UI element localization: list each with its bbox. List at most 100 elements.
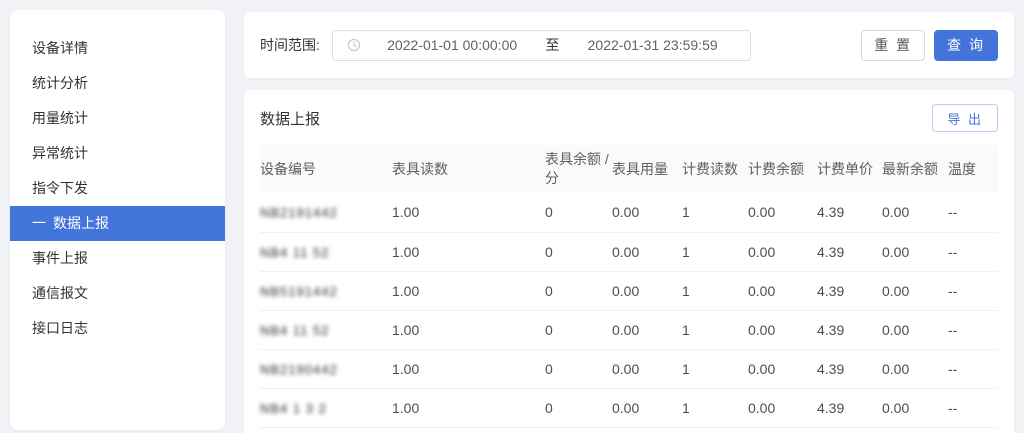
table-row: NB2191442 1.00 0 0.00 1 0.00 4.39 0.00 -…: [260, 193, 998, 233]
menu-item-label: 用量统计: [32, 110, 88, 126]
cell-value: 0.00: [882, 204, 910, 221]
device-id: NB4 1 3 2: [260, 400, 327, 416]
cell-value: 0.00: [748, 282, 776, 299]
table-row: NB5191442 1.00 0 0.00 1 0.00 4.39 0.00 -…: [260, 271, 998, 311]
column-header: 最新余额: [882, 145, 948, 193]
active-dash-icon: 一: [32, 215, 46, 231]
sidebar-item[interactable]: 用量统计: [10, 101, 225, 136]
cell-value: --: [948, 360, 958, 377]
sidebar: 设备详情 统计分析 用量统计 异常统计 指令下发 一数据上报 事件上报 通信报文…: [10, 10, 225, 430]
cell-value: 1: [682, 282, 690, 299]
cell-value: 0.00: [612, 282, 640, 299]
panel-title: 数据上报: [260, 110, 321, 128]
device-id: NB5191442: [260, 283, 338, 299]
cell-value: 1: [682, 399, 690, 416]
cell-value: 0.00: [748, 399, 776, 416]
cell-value: 4.39: [817, 204, 845, 221]
table-row: NB4 11 52 1.00 0 0.00 1 0.00 4.39 0.00 -…: [260, 310, 998, 350]
device-id: NB2191442: [260, 205, 338, 221]
device-id: NB2190442: [260, 361, 338, 377]
cell-value: 4.39: [817, 360, 845, 377]
table-row: NB4 1 3 2 1.00 0 0.00 1 0.00 4.39 0.00 -…: [260, 388, 998, 428]
menu-item-label: 指令下发: [32, 180, 88, 196]
cell-value: 1.00: [392, 321, 420, 338]
sidebar-item[interactable]: 设备详情: [10, 31, 225, 66]
cell-value: 1.00: [392, 243, 420, 260]
column-header: 表具余额 / 分: [545, 145, 612, 193]
menu-item-label: 接口日志: [32, 320, 88, 336]
reset-button[interactable]: 重 置: [861, 29, 926, 61]
sidebar-item[interactable]: 通信报文: [10, 276, 225, 311]
sidebar-item[interactable]: 接口日志: [10, 311, 225, 346]
cell-value: 1.00: [392, 282, 420, 299]
sidebar-item[interactable]: 统计分析: [10, 66, 225, 101]
sidebar-item[interactable]: 一数据上报: [10, 206, 225, 241]
cell-value: 1.00: [392, 204, 420, 221]
cell-value: 1: [682, 360, 690, 377]
cell-value: 0.00: [748, 360, 776, 377]
sidebar-item[interactable]: 事件上报: [10, 241, 225, 276]
cell-value: 0.00: [882, 282, 910, 299]
table-row: NB4 11 52 1.00 0 0.00 1 0.00 4.39 0.00 -…: [260, 232, 998, 272]
cell-value: 1: [682, 243, 690, 260]
start-datetime-value[interactable]: 2022-01-01 00:00:00: [365, 37, 540, 53]
cell-value: 0: [545, 282, 553, 299]
menu-item-label: 数据上报: [53, 215, 109, 231]
cell-value: 0.00: [882, 321, 910, 338]
device-id: NB4 11 52: [260, 322, 330, 338]
filter-card: 时间范围: 2022-01-01 00:00:00 至 2022-01-31 2…: [244, 12, 1014, 78]
column-header: 设备编号: [260, 145, 392, 193]
menu-item-label: 事件上报: [32, 250, 88, 266]
cell-value: 0.00: [748, 204, 776, 221]
cell-value: 1: [682, 321, 690, 338]
cell-value: 0.00: [882, 399, 910, 416]
cell-value: 0: [545, 360, 553, 377]
sidebar-menu: 设备详情 统计分析 用量统计 异常统计 指令下发 一数据上报 事件上报 通信报文…: [10, 31, 225, 346]
cell-value: 0.00: [612, 321, 640, 338]
cell-value: --: [948, 204, 958, 221]
cell-value: 0: [545, 399, 553, 416]
filter-row: 时间范围: 2022-01-01 00:00:00 至 2022-01-31 2…: [244, 12, 1014, 78]
cell-value: 0.00: [748, 243, 776, 260]
cell-value: 4.39: [817, 243, 845, 260]
cell-value: 0.00: [882, 360, 910, 377]
cell-value: 1: [682, 204, 690, 221]
cell-value: 1.00: [392, 360, 420, 377]
cell-value: 0: [545, 204, 553, 221]
cell-value: 0.00: [748, 321, 776, 338]
cell-value: 0: [545, 243, 553, 260]
cell-value: 1.00: [392, 399, 420, 416]
sidebar-item[interactable]: 指令下发: [10, 171, 225, 206]
cell-value: --: [948, 321, 958, 338]
cell-value: 0.00: [612, 399, 640, 416]
query-button[interactable]: 查 询: [934, 29, 998, 61]
menu-item-label: 通信报文: [32, 285, 88, 301]
cell-value: --: [948, 243, 958, 260]
cell-value: --: [948, 282, 958, 299]
datetime-range-input[interactable]: 2022-01-01 00:00:00 至 2022-01-31 23:59:5…: [331, 29, 751, 61]
end-datetime-value[interactable]: 2022-01-31 23:59:59: [565, 37, 740, 53]
table-header: 设备编号 表具读数 表具余额 / 分 表具用量 计费读数 计费余额 计费单价 最…: [260, 145, 998, 193]
sidebar-item[interactable]: 异常统计: [10, 136, 225, 171]
time-range-label: 时间范围:: [260, 37, 320, 53]
column-header: 计费单价: [817, 145, 882, 193]
menu-item-label: 异常统计: [32, 145, 88, 161]
filter-actions: 重 置 查 询: [861, 29, 998, 61]
device-id: NB4 11 52: [260, 244, 330, 260]
column-header: 计费余额: [748, 145, 817, 193]
range-separator: 至: [545, 37, 560, 53]
cell-value: --: [948, 399, 958, 416]
table-row: NB2190442 1.00 0 0.00 1 0.00 4.39 0.00 -…: [260, 349, 998, 389]
column-header: 计费读数: [682, 145, 748, 193]
column-header: 表具用量: [612, 145, 682, 193]
table-body: NB2191442 1.00 0 0.00 1 0.00 4.39 0.00 -…: [260, 193, 998, 428]
data-report-panel: 数据上报 导 出 设备编号 表具读数 表具余额 / 分 表具用量 计费读数 计费…: [244, 90, 1014, 433]
table-header-row: 设备编号 表具读数 表具余额 / 分 表具用量 计费读数 计费余额 计费单价 最…: [260, 145, 998, 193]
cell-value: 4.39: [817, 399, 845, 416]
panel-header: 数据上报 导 出: [244, 90, 1014, 145]
cell-value: 0.00: [882, 243, 910, 260]
export-button[interactable]: 导 出: [932, 104, 998, 132]
cell-value: 0.00: [612, 243, 640, 260]
cell-value: 0: [545, 321, 553, 338]
menu-item-label: 统计分析: [32, 75, 88, 91]
